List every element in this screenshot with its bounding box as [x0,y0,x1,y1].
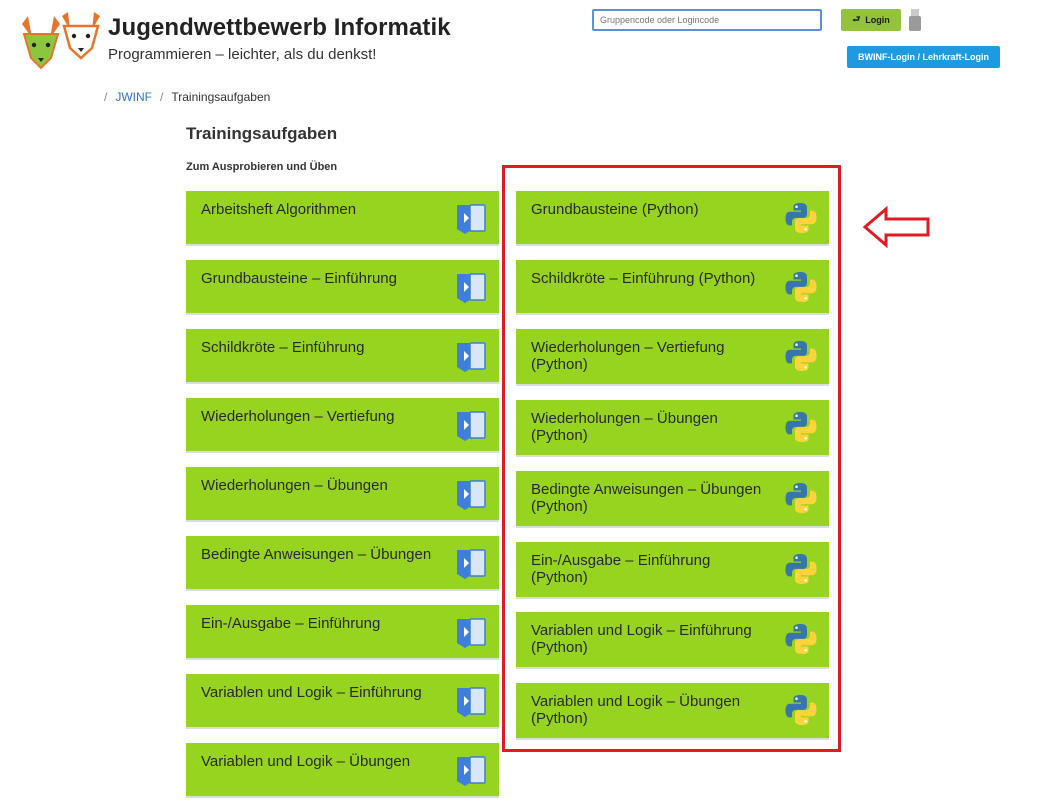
blockly-course-card[interactable]: Grundbausteine – Einführung [186,260,499,315]
group-code-input[interactable] [592,9,822,31]
blockly-icon [456,202,486,241]
course-card-label: Schildkröte – Einführung [201,339,365,356]
blockly-icon [456,685,486,724]
course-card-label: Arbeitsheft Algorithmen [201,201,357,218]
login-button-label: Login [865,15,890,25]
fox-logo-icon [22,12,100,70]
course-card-label: Variablen und Logik – Einführung [201,684,422,701]
left-arrow-annotation-icon [862,206,930,248]
highlight-box [502,165,841,752]
blockly-course-card[interactable]: Wiederholungen – Übungen [186,467,499,522]
blockly-icon [456,616,486,655]
blockly-icon [456,271,486,310]
blockly-icon [456,340,486,379]
breadcrumb: / JWINF / Trainingsaufgaben [104,90,270,104]
course-card-label: Wiederholungen – Vertiefung [201,408,395,425]
breadcrumb-home-link[interactable]: JWINF [115,90,152,104]
site-title: Jugendwettbewerb Informatik [108,14,451,41]
page-title: Trainingsaufgaben [186,124,338,143]
blockly-icon [456,409,486,448]
blockly-course-card[interactable]: Bedingte Anweisungen – Übungen [186,536,499,591]
bwinf-login-button[interactable]: BWINF-Login / Lehrkraft-Login [847,46,1000,68]
site-subtitle: Programmieren – leichter, als du denkst! [108,46,377,63]
blockly-icon [456,754,486,793]
breadcrumb-current: Trainingsaufgaben [171,90,271,104]
login-button[interactable]: ⮐ Login [841,9,901,31]
blockly-course-card[interactable]: Wiederholungen – Vertiefung [186,398,499,453]
course-card-label: Variablen und Logik – Übungen [201,753,411,770]
blockly-course-card[interactable]: Schildkröte – Einführung [186,329,499,384]
course-card-label: Wiederholungen – Übungen [201,477,388,494]
blockly-course-card[interactable]: Arbeitsheft Algorithmen [186,191,499,246]
blockly-icon [456,478,486,517]
course-card-label: Bedingte Anweisungen – Übungen [201,546,432,563]
breadcrumb-separator: / [104,90,108,104]
blockly-course-card[interactable]: Variablen und Logik – Übungen [186,743,499,798]
blockly-course-card[interactable]: Ein-/Ausgabe – Einführung [186,605,499,660]
blockly-icon [456,547,486,586]
blockly-course-card[interactable]: Variablen und Logik – Einführung [186,674,499,729]
breadcrumb-separator: / [160,90,164,104]
login-arrow-icon: ⮐ [852,14,861,24]
usb-stick-icon[interactable] [908,9,922,31]
course-card-label: Grundbausteine – Einführung [201,270,397,287]
course-card-label: Ein-/Ausgabe – Einführung [201,615,381,632]
section-label: Zum Ausprobieren und Üben [186,161,338,173]
